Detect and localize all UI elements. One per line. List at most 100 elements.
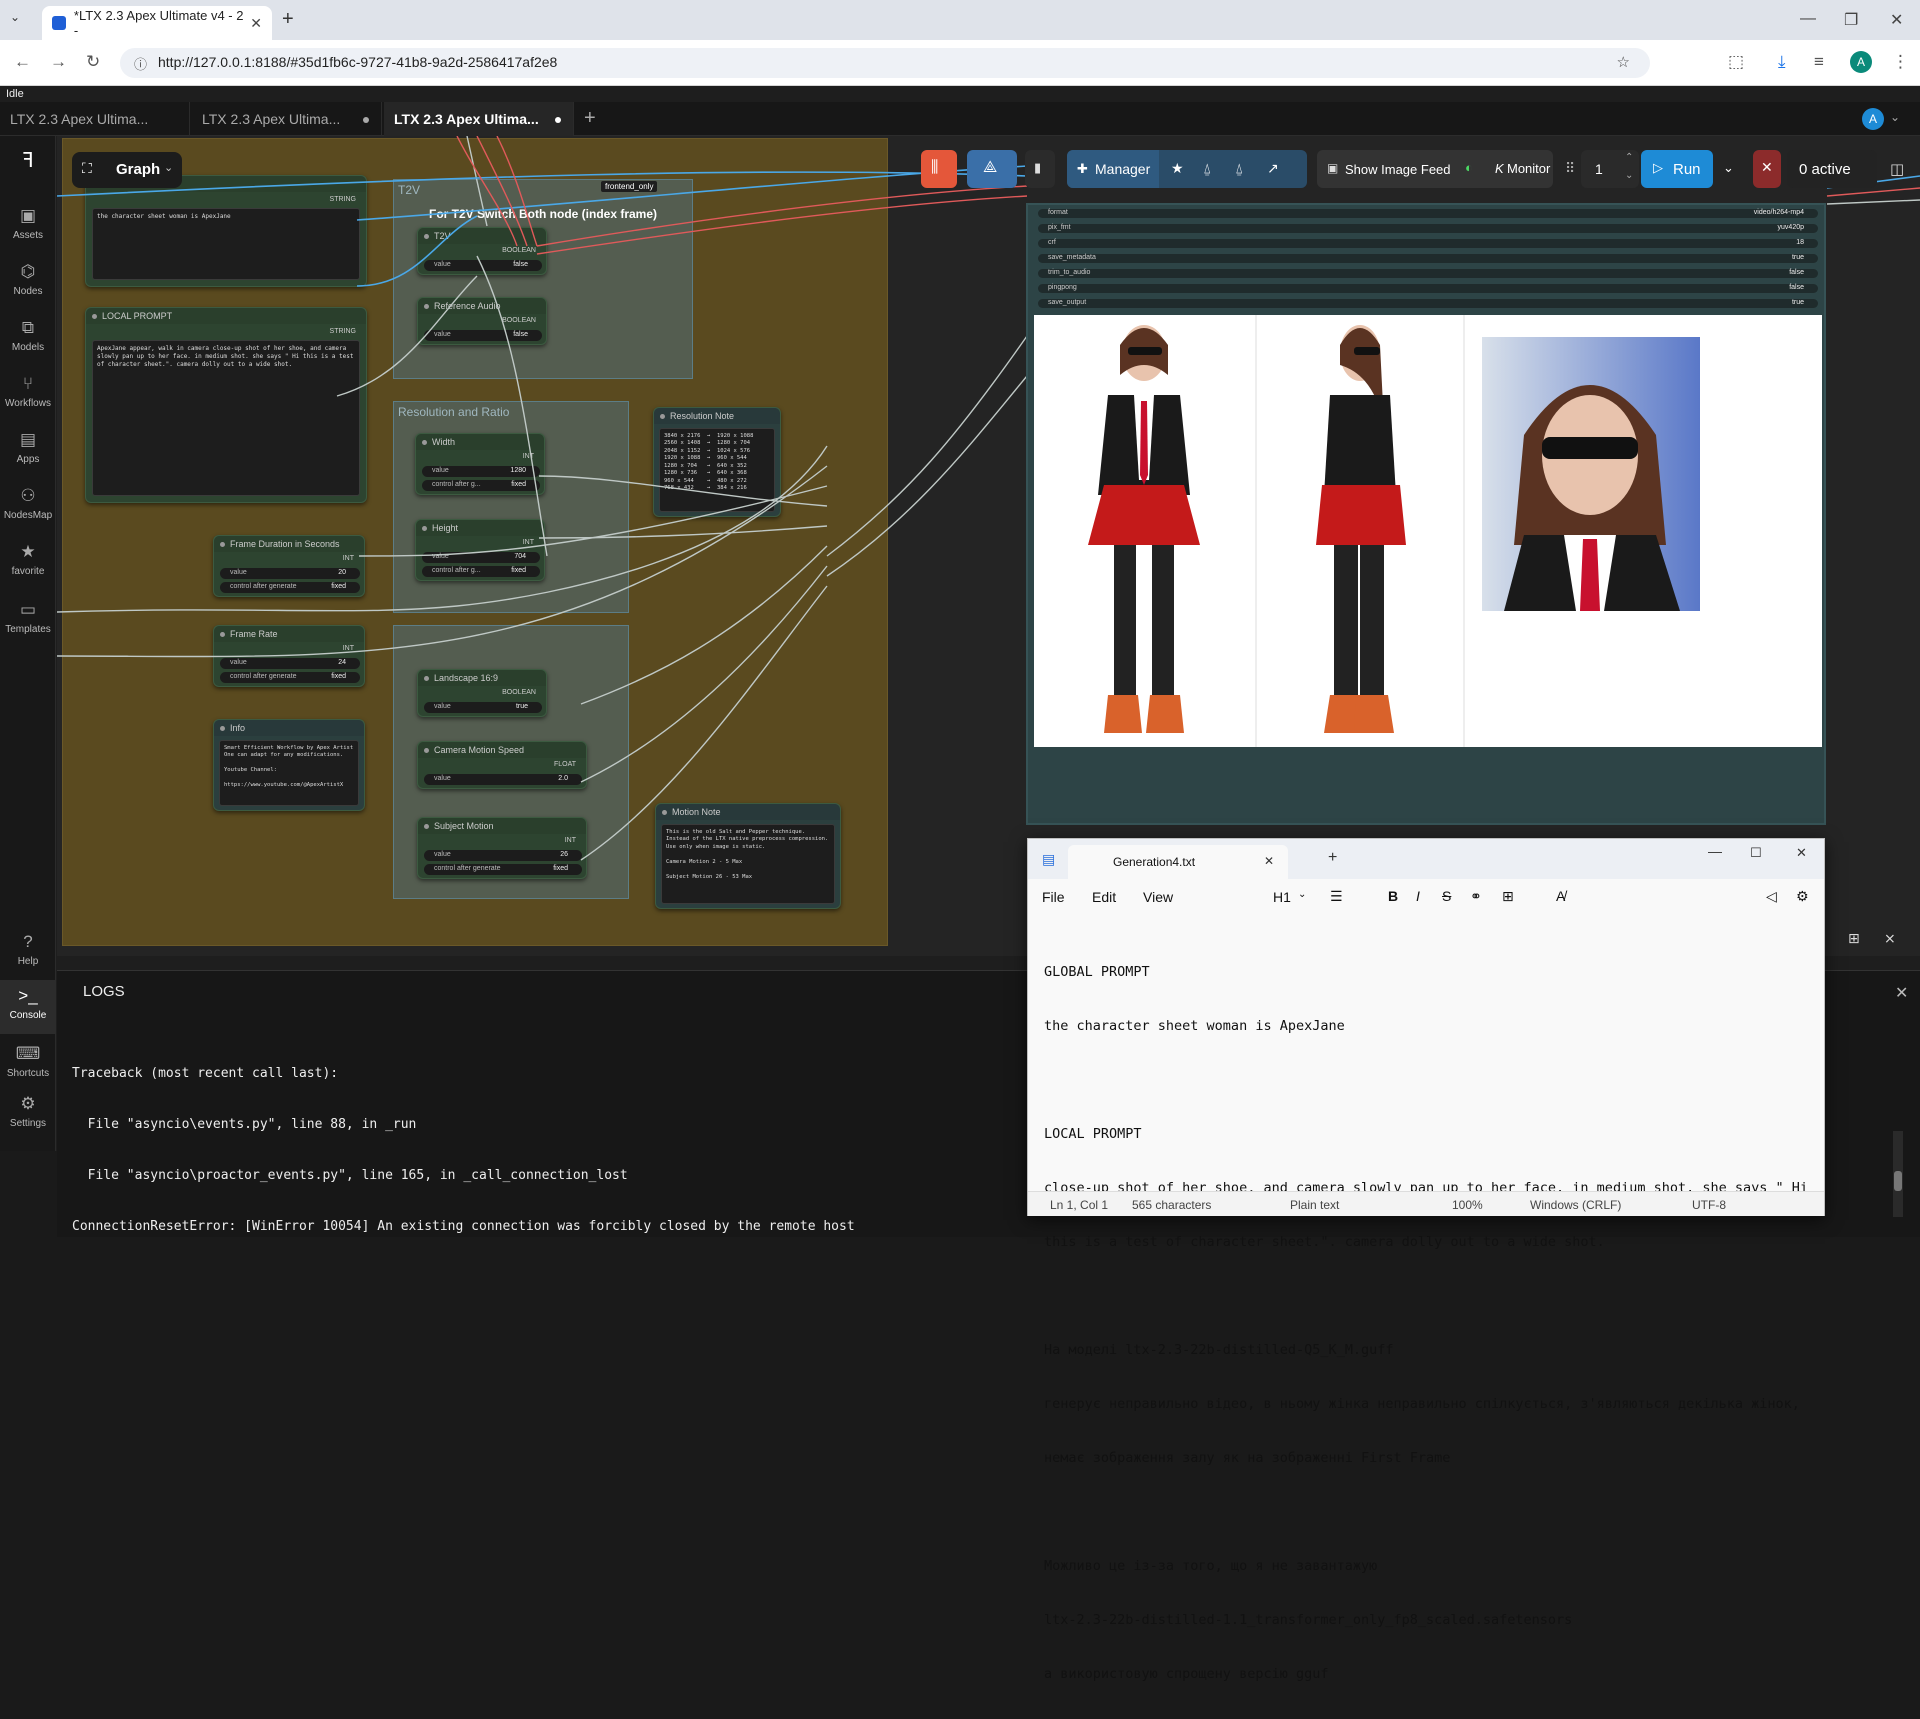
model-icon[interactable]: ⍙ <box>1203 160 1211 177</box>
sidebar-item-assets[interactable]: ▣ Assets <box>0 206 56 241</box>
sidebar-item-models[interactable]: ⧉ Models <box>0 318 56 353</box>
notepad-tab[interactable]: Generation4.txt ✕ <box>1068 845 1288 879</box>
italic-icon[interactable]: I <box>1416 888 1420 904</box>
user-menu-chevron-icon[interactable]: ⌄ <box>1890 110 1900 124</box>
show-image-feed-button[interactable]: Show Image Feed <box>1345 162 1451 177</box>
sidebar-item-shortcuts[interactable]: ⌨ Shortcuts <box>0 1044 56 1079</box>
url-field[interactable]: ⓘ http://127.0.0.1:8188/#35d1fb6c-9727-4… <box>120 48 1650 78</box>
interrupt-button[interactable]: ✕ <box>1753 150 1781 188</box>
close-window-icon[interactable]: ✕ <box>1890 10 1903 30</box>
bookmark-star-icon[interactable]: ☆ <box>1617 53 1630 71</box>
manager-button[interactable]: ✚ Manager <box>1067 150 1159 188</box>
gear-icon[interactable]: ⚙ <box>1796 888 1809 905</box>
sidebar-item-settings[interactable]: ⚙ Settings <box>0 1094 56 1129</box>
site-info-icon[interactable]: ⓘ <box>134 54 147 73</box>
output-setting-row[interactable]: crf 18 <box>1038 239 1818 248</box>
restore-icon[interactable]: ❐ <box>1844 10 1858 30</box>
output-setting-row[interactable]: pix_fmt yuv420p <box>1038 224 1818 233</box>
back-icon[interactable]: ← <box>14 52 31 72</box>
maximize-icon[interactable]: ☐ <box>1750 845 1762 861</box>
menu-view[interactable]: View <box>1143 889 1173 905</box>
clear-format-icon[interactable]: A̸ <box>1556 888 1565 904</box>
strikethrough-icon[interactable]: S <box>1442 888 1451 904</box>
panel-toggle-icon[interactable]: ◫ <box>1890 160 1904 178</box>
graph-link <box>336 275 478 397</box>
output-setting-row[interactable]: format video/h264-mp4 <box>1038 209 1818 218</box>
drag-handle-icon[interactable]: ⠿ <box>1565 160 1575 177</box>
reload-icon[interactable]: ↻ <box>86 52 100 72</box>
character-sheet-preview[interactable] <box>1034 315 1822 747</box>
run-button[interactable]: ▷ Run <box>1641 150 1713 188</box>
downloads-icon[interactable]: ⤓ <box>1778 52 1786 72</box>
workflow-tab-active[interactable]: LTX 2.3 Apex Ultima... <box>384 102 574 136</box>
sidebar-item-workflows[interactable]: ⑂ Workflows <box>0 374 56 409</box>
output-setting-row[interactable]: save_output true <box>1038 299 1818 308</box>
sidebar-item-apps[interactable]: ▤ Apps <box>0 430 56 465</box>
browser-tab[interactable]: *LTX 2.3 Apex Ultimate v4 - 2 - ✕ <box>42 6 272 40</box>
new-tab-icon[interactable]: + <box>1328 849 1337 867</box>
crystools-button[interactable]: ⟁ <box>967 150 1017 188</box>
bookmark-icon: ▮ <box>1034 160 1042 175</box>
active-queue-button[interactable]: 0 active <box>1787 150 1877 188</box>
unsaved-dot <box>555 117 561 123</box>
bold-icon[interactable]: B <box>1388 888 1398 904</box>
video-combine-node[interactable]: format video/h264-mp4 pix_fmt yuv420p crf 1… <box>1026 203 1826 825</box>
help-icon: ? <box>23 932 33 951</box>
monitor-button[interactable]: Monitor <box>1507 161 1550 176</box>
minimize-icon[interactable]: — <box>1708 843 1722 859</box>
notepad-titlebar: ▤ Generation4.txt ✕ + — ☐ ✕ <box>1028 839 1824 879</box>
close-window-icon[interactable]: ✕ <box>1796 845 1807 861</box>
user-avatar[interactable]: A <box>1862 108 1884 130</box>
close-tab-icon[interactable]: ✕ <box>1264 854 1274 868</box>
logs-scrollbar[interactable] <box>1893 1131 1903 1217</box>
setting-value: false <box>1789 284 1804 291</box>
logs-output[interactable]: Traceback (most recent call last): File … <box>72 1031 1032 1269</box>
close-logs-icon[interactable]: ✕ <box>1895 983 1908 1003</box>
nodes-icon[interactable]: ⍙ <box>1235 160 1243 177</box>
workflow-tab[interactable]: LTX 2.3 Apex Ultima... <box>192 102 382 136</box>
extensions-icon[interactable]: ⬚ <box>1728 52 1744 72</box>
star-icon[interactable]: ★ <box>1171 160 1184 177</box>
forward-icon[interactable]: → <box>50 52 67 72</box>
output-setting-row[interactable]: save_metadata true <box>1038 254 1818 263</box>
scrollbar-thumb[interactable] <box>1894 1171 1902 1191</box>
notepad-editor[interactable]: GLOBAL PROMPT the character sheet woman … <box>1044 927 1814 1682</box>
run-options-chevron-icon[interactable]: ⌄ <box>1723 160 1734 176</box>
browser-menu-icon[interactable]: ⋮ <box>1892 52 1909 72</box>
output-setting-row[interactable]: pingpong false <box>1038 284 1818 293</box>
hide-links-icon[interactable]: ⨯ <box>1884 930 1896 947</box>
tab-search-chevron-icon[interactable]: ⌄ <box>10 10 20 24</box>
link-icon[interactable]: ⚭ <box>1470 888 1482 905</box>
minimap-icon[interactable]: ⊞ <box>1848 930 1860 947</box>
graph-mode-button[interactable]: ⛶ Graph ⌄ <box>72 152 182 188</box>
sidebar-item-label: Apps <box>16 454 40 465</box>
sidebar-item-favorite[interactable]: ★ favorite <box>0 542 56 577</box>
apps-icon: ▤ <box>19 430 37 449</box>
audio-wave-button[interactable]: ⫼ <box>921 150 957 188</box>
share-icon[interactable]: ↗ <box>1267 160 1279 177</box>
menu-edit[interactable]: Edit <box>1092 889 1116 905</box>
queue-count-stepper[interactable]: 1 ⌃ ⌄ <box>1581 150 1639 188</box>
add-workflow-tab-button[interactable]: + <box>584 107 596 130</box>
heading-dropdown[interactable]: H1 <box>1273 889 1291 905</box>
menu-file[interactable]: File <box>1042 889 1065 905</box>
minimize-icon[interactable]: — <box>1800 10 1816 28</box>
list-icon[interactable]: ☰ <box>1330 888 1343 905</box>
table-icon[interactable]: ⊞ <box>1502 888 1514 905</box>
increment-icon[interactable]: ⌃ <box>1625 152 1633 163</box>
sidebar-item-nodesmap[interactable]: ⚇ NodesMap <box>0 486 56 521</box>
new-tab-button[interactable]: + <box>282 8 294 31</box>
sidebar-item-nodes[interactable]: ⌬ Nodes <box>0 262 56 297</box>
media-icon[interactable]: ≡ <box>1814 52 1824 72</box>
copilot-icon[interactable]: ◁ <box>1766 888 1777 905</box>
profile-avatar[interactable]: A <box>1850 51 1872 73</box>
decrement-icon[interactable]: ⌄ <box>1625 170 1633 181</box>
comfy-logo[interactable]: ꟻ <box>0 148 56 173</box>
output-setting-row[interactable]: trim_to_audio false <box>1038 269 1818 278</box>
close-tab-icon[interactable]: ✕ <box>250 15 262 32</box>
sidebar-item-templates[interactable]: ▭ Templates <box>0 600 56 635</box>
bookmark-button[interactable]: ▮ <box>1025 150 1055 188</box>
sidebar-item-help[interactable]: ? Help <box>0 932 56 967</box>
workflow-tab[interactable]: LTX 2.3 Apex Ultima... <box>0 102 190 136</box>
sidebar-item-console[interactable]: >_ Console <box>0 980 56 1034</box>
